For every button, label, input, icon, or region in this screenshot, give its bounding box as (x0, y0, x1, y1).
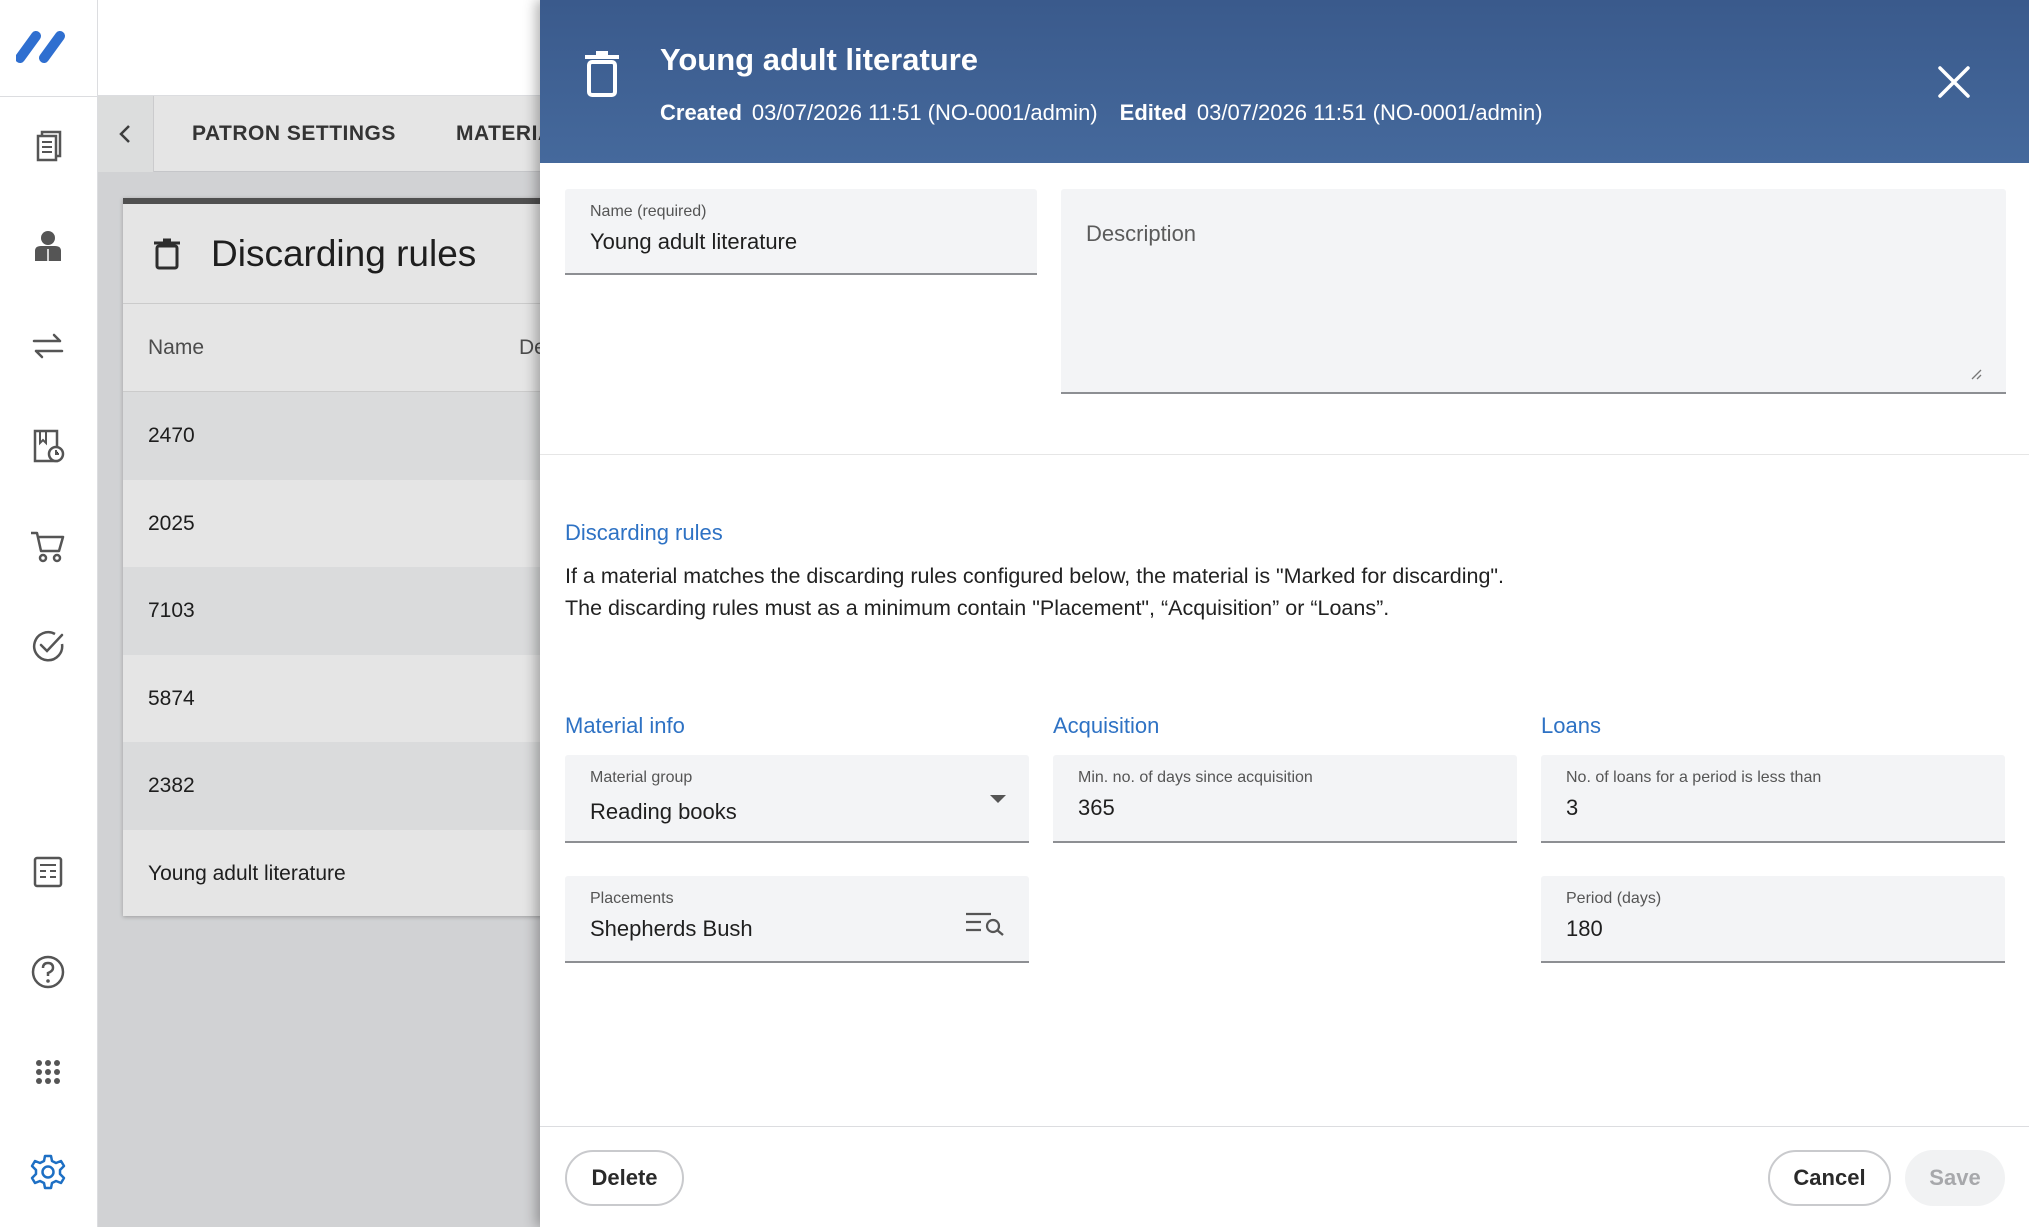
min-days-since-acquisition-field[interactable]: Min. no. of days since acquisition 365 (1053, 755, 1517, 843)
catalogue-icon[interactable] (26, 124, 70, 168)
footer-divider (540, 1126, 2029, 1127)
name-field-label: Name (required) (590, 203, 707, 220)
period-days-value: 180 (1566, 916, 1603, 941)
edited-label: Edited (1119, 100, 1187, 125)
cancel-button[interactable]: Cancel (1768, 1150, 1891, 1206)
logo[interactable] (15, 28, 76, 64)
trash-icon (154, 238, 180, 269)
created-label: Created (660, 100, 742, 125)
tab-material-settings[interactable]: MATERIA (456, 96, 554, 172)
left-rail (0, 0, 98, 1227)
edited-value: 03/07/2026 11:51 (NO-0001/admin) (1196, 100, 1543, 125)
material-group-label: Material group (590, 769, 693, 786)
edit-rule-panel: Young adult literature Created 03/07/2026… (540, 0, 2029, 1227)
trash-icon (585, 51, 619, 97)
material-group-value: Reading books (590, 799, 737, 824)
patron-icon[interactable] (26, 224, 70, 268)
panel-meta: Created 03/07/2026 11:51 (NO-0001/admin) E… (660, 100, 1543, 126)
name-field-value: Young adult literature (590, 229, 798, 254)
rules-description-line-2: The discarding rules must as a minimum c… (565, 596, 1390, 620)
created-value: 03/07/2026 11:51 (NO-0001/admin) (751, 100, 1098, 125)
loans-count-value: 3 (1566, 795, 1579, 820)
chevron-left-icon (118, 125, 130, 143)
reports-icon[interactable] (26, 850, 70, 894)
column-header-name[interactable]: Name (148, 304, 204, 392)
section-divider (540, 454, 2029, 455)
loans-count-field[interactable]: No. of loans for a period is less than 3 (1541, 755, 2005, 843)
period-days-field[interactable]: Period (days) 180 (1541, 876, 2005, 963)
description-placeholder: Description (1086, 221, 1197, 246)
settings-gear-icon[interactable] (26, 1150, 70, 1194)
discarding-rules-heading: Discarding rules (565, 520, 723, 545)
loans-heading: Loans (1541, 713, 1601, 738)
panel-header: Young adult literature Created 03/07/2026… (540, 0, 2029, 163)
tab-patron-settings[interactable]: PATRON SETTINGS (192, 96, 396, 172)
delete-button[interactable]: Delete (565, 1150, 684, 1206)
description-field[interactable]: Description (1061, 189, 2006, 394)
material-group-select[interactable]: Material group Reading books (565, 755, 1029, 843)
rail-divider (0, 96, 98, 97)
material-info-heading: Material info (565, 713, 685, 738)
name-field[interactable]: Name (required) Young adult literature (565, 189, 1037, 275)
card-title: Discarding rules (211, 232, 477, 274)
acquisition-heading: Acquisition (1053, 713, 1160, 738)
circulation-icon[interactable] (26, 324, 70, 368)
loans-count-label: No. of loans for a period is less than (1566, 769, 1822, 786)
min-days-value: 365 (1078, 795, 1115, 820)
approve-check-icon[interactable] (26, 624, 70, 668)
min-days-label: Min. no. of days since acquisition (1078, 769, 1313, 786)
help-icon[interactable] (26, 950, 70, 994)
placements-label: Placements (590, 890, 674, 907)
periodicals-icon[interactable] (26, 424, 70, 468)
panel-title: Young adult literature (660, 42, 979, 77)
dropdown-arrow-icon[interactable] (989, 793, 1007, 805)
resize-handle-icon[interactable] (1970, 368, 1982, 380)
period-days-label: Period (days) (1566, 890, 1662, 907)
placements-field[interactable]: Placements Shepherds Bush (565, 876, 1029, 963)
placements-value: Shepherds Bush (590, 916, 753, 941)
apps-grid-icon[interactable] (26, 1050, 70, 1094)
acquisition-cart-icon[interactable] (26, 524, 70, 568)
close-icon[interactable] (1934, 62, 1974, 102)
tabs-back-button[interactable] (98, 96, 154, 172)
rules-description-line-1: If a material matches the discarding rul… (565, 564, 1505, 588)
save-button[interactable]: Save (1905, 1150, 2005, 1206)
search-list-icon[interactable] (965, 910, 1005, 936)
